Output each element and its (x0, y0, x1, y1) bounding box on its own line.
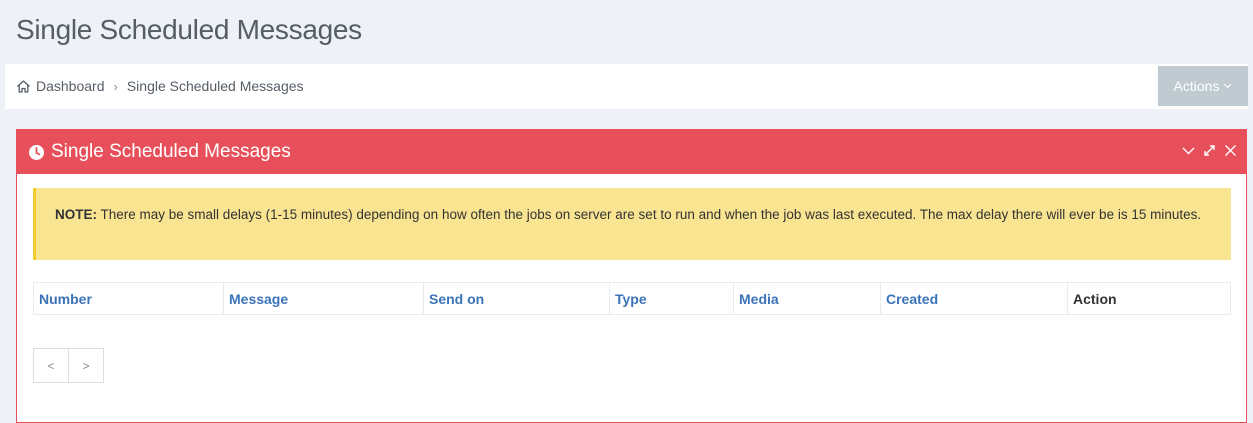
page-title: Single Scheduled Messages (16, 14, 362, 45)
note-alert: NOTE: There may be small delays (1-15 mi… (33, 188, 1231, 260)
column-header-message[interactable]: Message (224, 283, 424, 314)
column-header-type[interactable]: Type (610, 283, 734, 314)
breadcrumb-current: Single Scheduled Messages (126, 78, 304, 94)
collapse-icon[interactable] (1181, 143, 1196, 158)
close-icon[interactable] (1223, 143, 1238, 158)
column-header-number[interactable]: Number (34, 283, 224, 314)
home-icon[interactable] (16, 79, 31, 94)
portlet-header: Single Scheduled Messages (17, 130, 1246, 174)
note-label: NOTE: (55, 207, 97, 222)
note-text: There may be small delays (1-15 minutes)… (100, 207, 1202, 222)
actions-label: Actions (1173, 78, 1220, 94)
column-header-action: Action (1073, 291, 1117, 307)
page: Single Scheduled Messages Dashboard › Si… (0, 0, 1253, 423)
column-header-media[interactable]: Media (734, 283, 881, 314)
column-header-created[interactable]: Created (881, 283, 1068, 314)
page-bar: Dashboard › Single Scheduled Messages Ac… (5, 64, 1248, 109)
breadcrumb-separator: › (113, 78, 118, 94)
next-page-button[interactable]: > (69, 349, 103, 382)
breadcrumb: Dashboard › Single Scheduled Messages (16, 78, 304, 94)
portlet-tools (1181, 143, 1238, 158)
column-header-send-on[interactable]: Send on (424, 283, 610, 314)
scheduled-messages-portlet: Single Scheduled Messages NOTE: There ma… (16, 129, 1247, 423)
pagination: < > (33, 348, 104, 383)
messages-table-header: Number Message Send on Type Media Create… (33, 282, 1231, 315)
portlet-title-text: Single Scheduled Messages (51, 141, 291, 162)
fullscreen-icon[interactable] (1202, 143, 1217, 158)
clock-icon (28, 144, 45, 161)
actions-button[interactable]: Actions (1158, 66, 1248, 106)
breadcrumb-link-dashboard[interactable]: Dashboard (36, 78, 105, 94)
portlet-title: Single Scheduled Messages (28, 141, 291, 163)
chevron-down-icon (1223, 81, 1232, 92)
prev-page-button[interactable]: < (34, 349, 69, 382)
